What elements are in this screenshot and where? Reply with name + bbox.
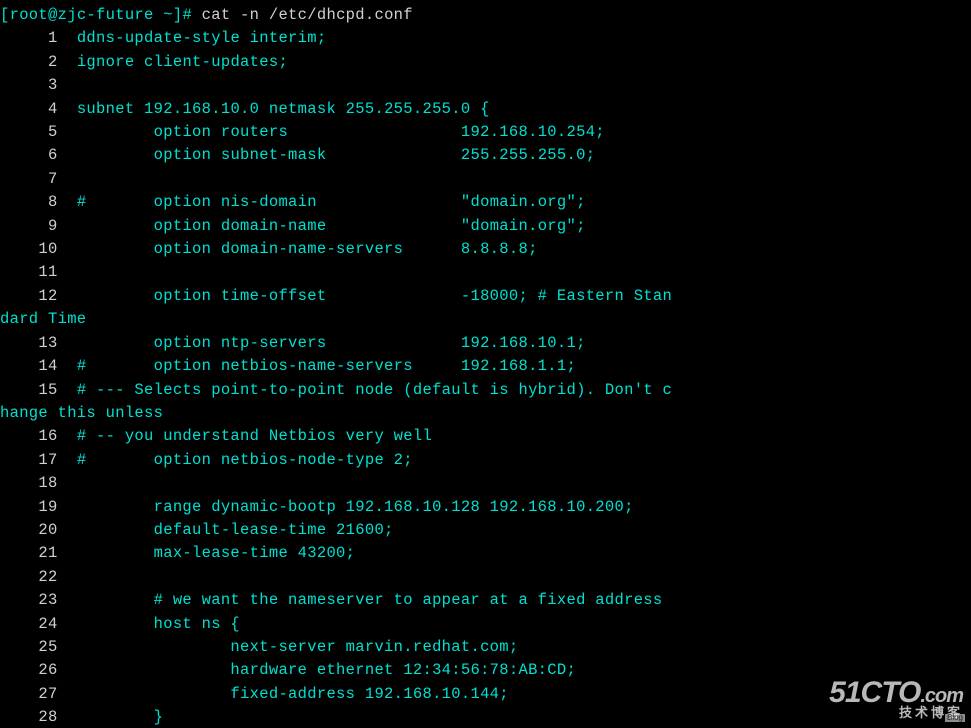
line-number: 24 (0, 615, 77, 633)
line-number: 22 (0, 568, 77, 586)
line-number: 14 (0, 357, 77, 375)
line-number: 5 (0, 123, 77, 141)
terminal-output: [root@zjc-future ~]# cat -n /etc/dhcpd.c… (0, 0, 971, 728)
line-number: 21 (0, 544, 77, 562)
code-line: default-lease-time 21600; (77, 521, 394, 539)
command-text: cat -n /etc/dhcpd.conf (192, 6, 413, 24)
wrap-line: hange this unless (0, 404, 163, 422)
code-line: max-lease-time 43200; (77, 544, 355, 562)
line-number: 28 (0, 708, 77, 726)
code-line: option ntp-servers 192.168.10.1; (77, 334, 586, 352)
line-number: 13 (0, 334, 77, 352)
line-number: 18 (0, 474, 77, 492)
line-number: 11 (0, 263, 77, 281)
line-number: 3 (0, 76, 77, 94)
code-line: range dynamic-bootp 192.168.10.128 192.1… (77, 498, 634, 516)
code-line: # option netbios-name-servers 192.168.1.… (77, 357, 576, 375)
line-number: 16 (0, 427, 77, 445)
code-line: fixed-address 192.168.10.144; (77, 685, 509, 703)
code-line: option subnet-mask 255.255.255.0; (77, 146, 595, 164)
code-line: next-server marvin.redhat.com; (77, 638, 519, 656)
line-number: 8 (0, 193, 77, 211)
code-line: host ns { (77, 615, 240, 633)
code-line: # option nis-domain "domain.org"; (77, 193, 586, 211)
code-line: subnet 192.168.10.0 netmask 255.255.255.… (77, 100, 490, 118)
code-line: option domain-name "domain.org"; (77, 217, 586, 235)
code-line: option domain-name-servers 8.8.8.8; (77, 240, 538, 258)
code-line: } (77, 708, 163, 726)
code-line: # --- Selects point-to-point node (defau… (77, 381, 672, 399)
line-number: 9 (0, 217, 77, 235)
code-line: # -- you understand Netbios very well (77, 427, 432, 445)
line-number: 1 (0, 29, 77, 47)
wrap-line: dard Time (0, 310, 86, 328)
code-line: hardware ethernet 12:34:56:78:AB:CD; (77, 661, 576, 679)
code-line: ignore client-updates; (77, 53, 288, 71)
code-line: # option netbios-node-type 2; (77, 451, 413, 469)
line-number: 17 (0, 451, 77, 469)
code-line: # we want the nameserver to appear at a … (77, 591, 663, 609)
line-number: 27 (0, 685, 77, 703)
line-number: 25 (0, 638, 77, 656)
code-line: option routers 192.168.10.254; (77, 123, 605, 141)
line-number: 12 (0, 287, 77, 305)
line-number: 2 (0, 53, 77, 71)
line-number: 10 (0, 240, 77, 258)
line-number: 15 (0, 381, 77, 399)
line-number: 6 (0, 146, 77, 164)
line-number: 7 (0, 170, 77, 188)
code-line: option time-offset -18000; # Eastern Sta… (77, 287, 672, 305)
line-number: 23 (0, 591, 77, 609)
line-number: 4 (0, 100, 77, 118)
line-number: 20 (0, 521, 77, 539)
line-number: 26 (0, 661, 77, 679)
code-line: ddns-update-style interim; (77, 29, 327, 47)
line-number: 19 (0, 498, 77, 516)
prompt-1: [root@zjc-future ~]# (0, 6, 192, 24)
